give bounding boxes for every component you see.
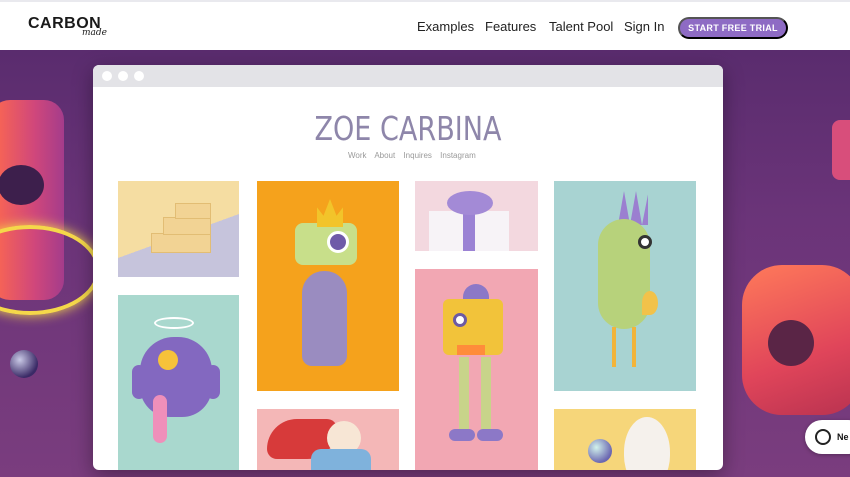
portfolio-link-about[interactable]: About [374, 151, 395, 160]
monster-tongue [153, 395, 167, 443]
glowing-ring-shape [0, 225, 100, 315]
portfolio-tile-superhero[interactable] [257, 409, 399, 470]
nav-link-talent-pool[interactable]: Talent Pool [549, 19, 613, 34]
window-dot-icon [118, 71, 128, 81]
portfolio-tile-cyclops-character[interactable] [257, 181, 399, 391]
robot-leg [481, 357, 491, 432]
nav-link-sign-in[interactable]: Sign In [624, 19, 664, 34]
portfolio-tile-box-robot[interactable] [415, 269, 538, 470]
robot-leg [459, 357, 469, 432]
window-dot-icon [134, 71, 144, 81]
stair-step [151, 233, 211, 253]
logo-wordmark: CARBON [28, 15, 102, 32]
bow-tie-shape [457, 345, 485, 355]
nav-link-examples[interactable]: Examples [417, 19, 474, 34]
logo-subtext: made [82, 28, 107, 38]
portfolio-preview-window: ZOE CARBINA Work About Inquires Instagra… [93, 65, 723, 470]
hero-section: ZOE CARBINA Work About Inquires Instagra… [0, 50, 850, 477]
portfolio-tile-egg[interactable] [554, 409, 696, 470]
portfolio-link-instagram[interactable]: Instagram [440, 151, 476, 160]
robot-shoe [477, 429, 503, 441]
ring-hole [0, 165, 44, 205]
robot-shoe [449, 429, 475, 441]
eye-icon [638, 235, 652, 249]
monster-body [140, 337, 212, 417]
crown-shape [317, 199, 343, 227]
gift-ribbon [463, 211, 475, 251]
start-free-trial-button[interactable]: START FREE TRIAL [678, 17, 788, 39]
stair-step [175, 203, 211, 219]
gear-hole [768, 320, 814, 366]
portfolio-tile-stairs[interactable] [118, 181, 239, 277]
portfolio-title: ZOE CARBINA [314, 109, 502, 148]
stair-step [163, 217, 211, 235]
portfolio-links: Work About Inquires Instagram [348, 151, 482, 160]
decorative-ball [10, 350, 38, 378]
bird-leg [632, 327, 636, 367]
halo-shape [154, 317, 194, 329]
carbon-made-logo[interactable]: CARBON made [28, 15, 128, 39]
portfolio-tile-gift-box[interactable] [415, 181, 538, 251]
chat-bubble-icon [815, 429, 831, 445]
lightning-bolt-icon [158, 350, 178, 370]
decorative-bar-shape [832, 120, 850, 180]
character-body [302, 271, 347, 366]
egg-shape [624, 417, 670, 470]
portfolio-tile-purple-monster[interactable] [118, 295, 239, 470]
character-body [311, 449, 371, 470]
decorative-ball [588, 439, 612, 463]
bird-wing [642, 291, 658, 315]
portfolio-link-inquires[interactable]: Inquires [403, 151, 431, 160]
gift-bow [447, 191, 493, 215]
decorative-gear-shape [742, 265, 850, 415]
window-dot-icon [102, 71, 112, 81]
nav-link-features[interactable]: Features [485, 19, 536, 34]
eye-icon [453, 313, 467, 327]
top-navigation: CARBON made Examples Features Talent Poo… [0, 0, 850, 50]
window-title-bar [93, 65, 723, 87]
chat-widget-label: Ne [837, 432, 849, 442]
portfolio-link-work[interactable]: Work [348, 151, 367, 160]
chat-widget-button[interactable]: Ne [805, 420, 850, 454]
portfolio-tile-green-bird[interactable] [554, 181, 696, 391]
eye-icon [327, 231, 349, 253]
bird-leg [612, 327, 616, 367]
